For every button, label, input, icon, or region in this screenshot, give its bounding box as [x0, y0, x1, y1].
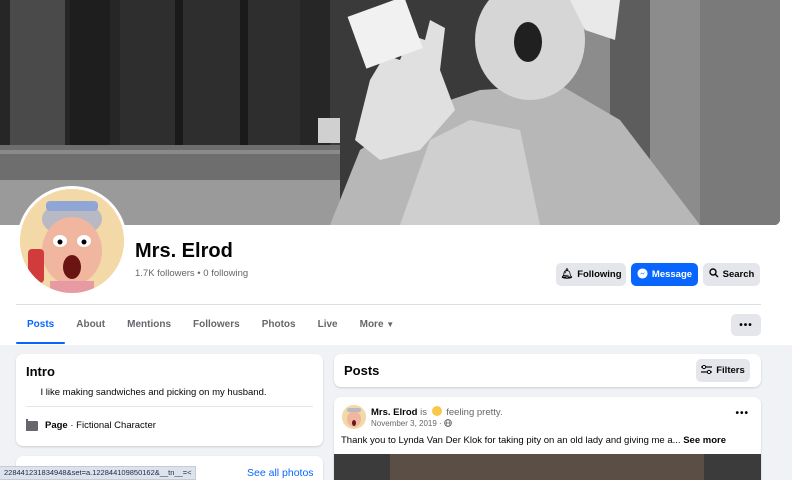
intro-category-row: Page · Fictional Character: [26, 418, 156, 431]
tab-live[interactable]: Live: [307, 306, 349, 344]
follow-counts[interactable]: 1.7K followers • 0 following: [135, 268, 248, 279]
profile-avatar[interactable]: [17, 186, 127, 296]
post-card: Mrs. Elrod is feeling pretty. November 3…: [334, 397, 761, 480]
flag-icon: [26, 418, 38, 431]
intro-card: Intro Page · Fictional Character: [16, 354, 323, 446]
post-author-avatar[interactable]: [342, 405, 366, 429]
post-is-text: is: [420, 407, 427, 418]
message-button[interactable]: Message: [631, 263, 698, 286]
tab-followers[interactable]: Followers: [182, 306, 251, 344]
globe-icon: [444, 419, 452, 428]
post-author[interactable]: Mrs. Elrod: [371, 407, 417, 418]
filters-button[interactable]: Filters: [696, 359, 750, 382]
cover-photo[interactable]: [0, 0, 780, 225]
post-body: Thank you to Lynda Van Der Klok for taki…: [341, 435, 681, 446]
post-date[interactable]: November 3, 2019 ·: [371, 419, 444, 428]
post-image-content: [390, 454, 704, 480]
sliders-icon: [701, 364, 713, 377]
page-category: · Fictional Character: [67, 420, 156, 431]
search-button[interactable]: Search: [703, 263, 760, 286]
post-header: Mrs. Elrod is feeling pretty.: [371, 406, 503, 418]
see-all-photos-link[interactable]: See all photos: [247, 467, 314, 479]
post-image[interactable]: [334, 454, 761, 480]
status-bar-url: 228441231834948&set=a.122844109850162&__…: [0, 466, 197, 480]
tab-posts[interactable]: Posts: [16, 306, 66, 344]
profile-tabs: Posts About Mentions Followers Photos Li…: [16, 306, 405, 344]
profile-header: Mrs. Elrod 1.7K followers • 0 following …: [0, 0, 792, 345]
post-meta: November 3, 2019 ·: [371, 419, 452, 428]
search-button-label: Search: [722, 269, 755, 280]
following-button-label: Following: [577, 269, 622, 280]
more-dots-icon: •••: [739, 319, 753, 331]
tab-more[interactable]: More ▼: [349, 306, 406, 344]
posts-title: Posts: [344, 363, 380, 378]
profile-options-button[interactable]: •••: [731, 314, 761, 336]
tab-mentions[interactable]: Mentions: [116, 306, 182, 344]
see-more-link[interactable]: See more: [683, 435, 726, 446]
tab-about[interactable]: About: [65, 306, 116, 344]
profile-name: Mrs. Elrod: [135, 240, 233, 262]
intro-title: Intro: [26, 364, 55, 379]
intro-divider: [26, 406, 313, 407]
message-button-label: Message: [651, 269, 693, 280]
messenger-icon: [637, 267, 648, 282]
intro-bio: I like making sandwiches and picking on …: [40, 387, 267, 398]
search-icon: [708, 268, 719, 281]
following-button[interactable]: 🔔︎ Following: [556, 263, 626, 286]
post-options-icon[interactable]: •••: [735, 408, 749, 419]
filters-label: Filters: [716, 365, 745, 376]
tab-more-label: More: [359, 319, 384, 330]
bell-icon: 🔔︎: [560, 268, 574, 280]
caret-down-icon: ▼: [386, 320, 395, 329]
tab-photos[interactable]: Photos: [251, 306, 307, 344]
post-text: Thank you to Lynda Van Der Klok for taki…: [341, 435, 726, 446]
page-label: Page: [45, 420, 68, 431]
post-feeling: feeling pretty.: [446, 407, 503, 418]
smiley-icon: [431, 406, 442, 416]
header-divider: [16, 304, 761, 305]
